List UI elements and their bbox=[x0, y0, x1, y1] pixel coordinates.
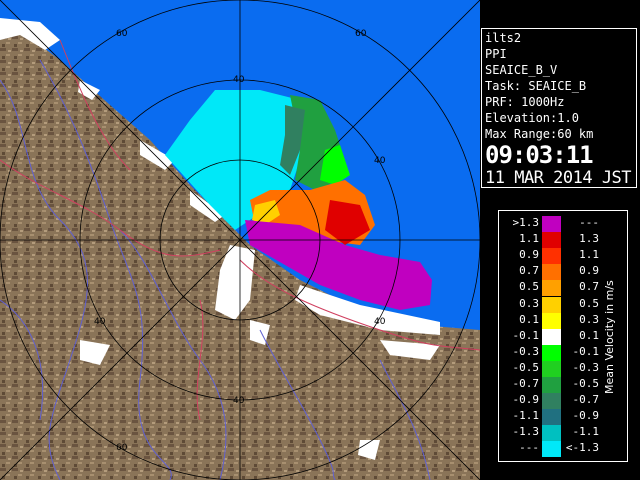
scan-type: PPI bbox=[485, 47, 507, 61]
ring-label-40-n: 40 bbox=[233, 75, 245, 85]
legend-row: 1.1 1.3 bbox=[499, 232, 599, 249]
ring-label-60-sw: 60 bbox=[116, 443, 128, 453]
legend-upper-value: 1.3 bbox=[579, 232, 599, 246]
legend-row: -0.3 -0.1 bbox=[499, 344, 600, 361]
legend-swatch bbox=[542, 377, 561, 394]
legend-row: -1.3 -1.1 bbox=[499, 425, 600, 442]
legend-lower-value: --- bbox=[519, 441, 539, 455]
legend-swatch bbox=[542, 248, 561, 265]
legend-swatch bbox=[542, 264, 561, 281]
legend-lower-value: -1.3 bbox=[512, 425, 540, 439]
elevation: Elevation:1.0 bbox=[485, 111, 579, 125]
legend-upper-value: -0.3 bbox=[572, 360, 600, 374]
legend-row: 0.1 0.3 bbox=[499, 312, 599, 329]
legend-swatch bbox=[542, 409, 561, 426]
legend-row: -1.1 -0.9 bbox=[499, 409, 600, 426]
ring-label-40-w: 40 bbox=[94, 317, 106, 327]
legend-swatch bbox=[542, 328, 561, 345]
legend-lower-value: -0.5 bbox=[512, 360, 540, 374]
legend-row: -0.7 -0.5 bbox=[499, 377, 600, 394]
legend-swatch bbox=[542, 344, 561, 361]
legend-swatch bbox=[542, 425, 561, 442]
legend-lower-value: -0.7 bbox=[512, 377, 540, 390]
scan-time: 09:03:11 bbox=[485, 141, 594, 169]
ring-label-40-se: 40 bbox=[374, 317, 386, 327]
legend-upper-value: 0.9 bbox=[579, 264, 599, 278]
legend-swatch bbox=[542, 216, 561, 233]
legend-lower-value: -1.1 bbox=[512, 409, 540, 423]
legend-upper-value: 0.7 bbox=[579, 280, 599, 294]
product-name: SEAICE_B_V bbox=[485, 63, 558, 77]
radar-ppi-map: 60 60 40 40 40 40 40 60 bbox=[0, 0, 480, 480]
legend-swatch bbox=[542, 441, 561, 458]
legend-row: 0.9 1.1 bbox=[499, 248, 599, 265]
legend-swatch bbox=[542, 360, 561, 377]
legend-upper-value: 0.3 bbox=[579, 312, 599, 326]
radar-name: ilts2 bbox=[485, 31, 522, 45]
task-name: Task: SEAICE_B bbox=[485, 79, 587, 93]
legend-row: -0.1 0.1 bbox=[499, 328, 599, 345]
legend-upper-value: 1.1 bbox=[579, 248, 599, 262]
legend-lower-value: -0.1 bbox=[512, 328, 540, 342]
legend-swatch bbox=[542, 280, 561, 297]
legend-lower-value: 0.1 bbox=[519, 312, 539, 326]
ring-label-60-nw: 60 bbox=[116, 29, 128, 39]
legend-row: --- <-1.3 bbox=[499, 441, 599, 458]
legend-lower-value: -0.9 bbox=[512, 393, 540, 407]
legend-lower-value: >1.3 bbox=[512, 216, 540, 229]
legend-lower-value: 0.3 bbox=[519, 296, 539, 310]
legend-row: 0.7 0.9 bbox=[499, 264, 599, 281]
legend-upper-value: -0.1 bbox=[572, 344, 600, 358]
legend-upper-value: --- bbox=[579, 216, 599, 229]
legend-lower-value: 0.9 bbox=[519, 248, 539, 262]
legend-lower-value: 0.5 bbox=[519, 280, 539, 294]
legend-upper-value: -0.5 bbox=[572, 377, 600, 390]
ring-label-40-e: 40 bbox=[374, 156, 386, 166]
legend-upper-value: -0.9 bbox=[572, 409, 600, 423]
legend-lower-value: 1.1 bbox=[519, 232, 539, 246]
legend-swatch bbox=[542, 312, 561, 329]
legend-row: 0.3 0.5 bbox=[499, 296, 599, 313]
legend-upper-value: 0.5 bbox=[579, 296, 599, 310]
legend-lower-value: 0.7 bbox=[519, 264, 539, 278]
legend-upper-value: <-1.3 bbox=[565, 441, 599, 455]
legend-row: 0.5 0.7 bbox=[499, 280, 599, 297]
ring-label-40-s: 40 bbox=[233, 396, 245, 406]
legend-row: -0.5 -0.3 bbox=[499, 360, 600, 377]
legend-upper-value: -1.1 bbox=[572, 425, 600, 439]
ring-label-60-n: 60 bbox=[355, 29, 367, 39]
legend-row: >1.3 --- bbox=[499, 216, 599, 233]
range-rings bbox=[0, 0, 480, 480]
legend-upper-value: 0.1 bbox=[579, 328, 599, 342]
scan-date: 11 MAR 2014 JST bbox=[485, 168, 632, 188]
legend-upper-value: -0.7 bbox=[572, 393, 600, 407]
legend-units: Mean Velocity in m/s bbox=[603, 280, 616, 394]
legend-swatch bbox=[542, 393, 561, 410]
legend-row: -0.9 -0.7 bbox=[499, 393, 600, 410]
legend-swatch bbox=[542, 296, 561, 313]
legend-lower-value: -0.3 bbox=[512, 344, 540, 358]
legend-swatch bbox=[542, 232, 561, 249]
velocity-legend: >1.3 --- 1.1 1.3 0.9 1.1 0.7 0.9 0.5 0.7 0.3 0.5 0.1… bbox=[498, 210, 628, 462]
info-panel: ilts2 PPI SEAICE_B_V Task: SEAICE_B PRF:… bbox=[481, 28, 637, 188]
max-range: Max Range:60 km bbox=[485, 127, 594, 141]
prf: PRF: 1000Hz bbox=[485, 95, 565, 109]
